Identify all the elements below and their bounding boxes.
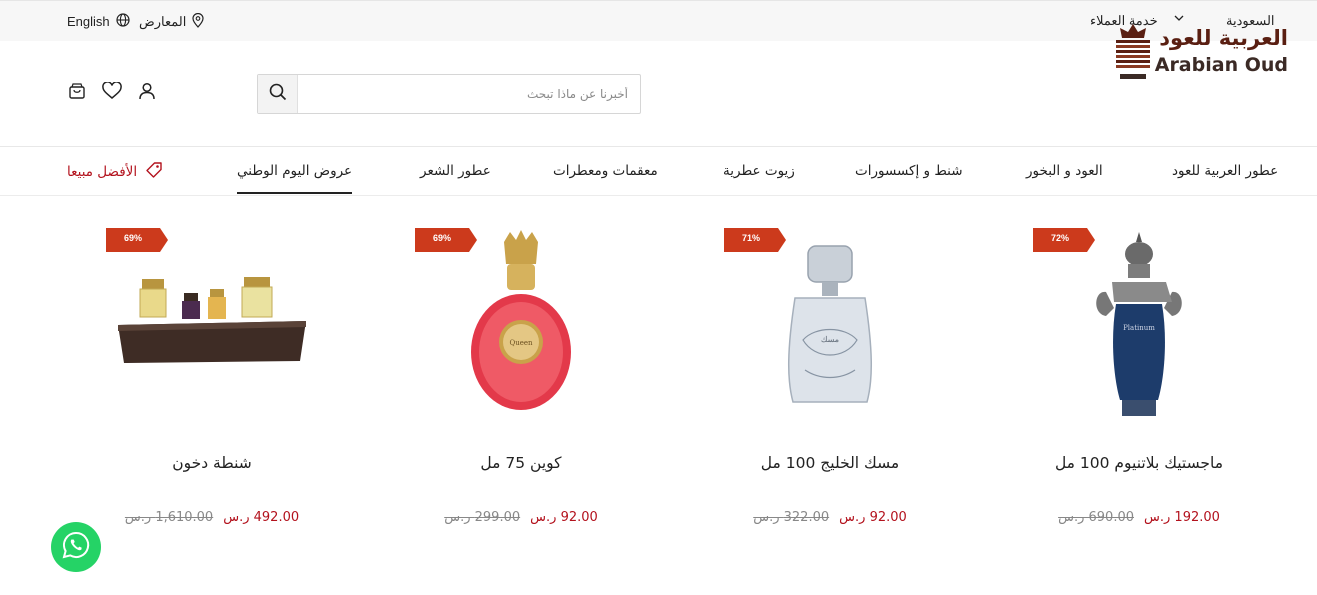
whatsapp-chat-button[interactable] [51, 522, 101, 572]
original-price: 299.00 ر.س [444, 510, 521, 525]
main-navigation: عطور العربية للعود العود و البخور شنط و … [0, 147, 1317, 196]
nav-national-day-offers[interactable]: عروض اليوم الوطني [237, 163, 353, 194]
showrooms-link[interactable]: المعارض [139, 12, 204, 31]
product-card[interactable]: Queen 69% كوين 75 مل 92.00 ر.س 299.00 ر.… [401, 220, 641, 550]
nav-perfume-oils[interactable]: زيوت عطرية [723, 163, 795, 179]
product-image[interactable]: Platinum [1019, 220, 1259, 440]
search-bar [257, 74, 641, 114]
heart-icon [102, 81, 122, 104]
product-image[interactable] [92, 220, 332, 440]
sale-price: 492.00 ر.س [223, 510, 300, 525]
nav-best-sellers-label: الأفضل مبيعا [67, 164, 138, 180]
discount-label: 69% [123, 233, 142, 243]
svg-text:Platinum: Platinum [1123, 324, 1155, 332]
discount-label: 69% [432, 233, 451, 243]
product-image[interactable]: مسك [710, 220, 950, 440]
nav-sanitizers-fresheners[interactable]: معقمات ومعطرات [553, 163, 658, 179]
product-card[interactable]: Platinum 72% ماجستيك بلاتنيوم 100 مل 192… [1019, 220, 1259, 550]
product-price: 92.00 ر.س 299.00 ر.س [401, 510, 641, 525]
wishlist-button[interactable] [102, 81, 122, 104]
user-icon [138, 82, 156, 104]
brand-logo[interactable]: العربية للعود Arabian Oud [1108, 22, 1288, 84]
language-label: English [67, 14, 110, 29]
sale-price: 192.00 ر.س [1144, 510, 1220, 525]
product-name[interactable]: ماجستيك بلاتنيوم 100 مل [1019, 454, 1259, 472]
globe-icon [116, 13, 130, 30]
original-price: 690.00 ر.س [1058, 510, 1134, 525]
sale-price: 92.00 ر.س [839, 510, 907, 525]
original-price: 322.00 ر.س [753, 510, 830, 525]
discount-badge: 72% [1033, 228, 1095, 252]
nav-oud-incense[interactable]: العود و البخور [1026, 163, 1103, 179]
search-icon [269, 83, 287, 105]
nav-best-sellers[interactable]: الأفضل مبيعا [67, 161, 163, 183]
discount-badge: 71% [724, 228, 786, 252]
sale-price: 92.00 ر.س [530, 510, 598, 525]
product-name[interactable]: مسك الخليج 100 مل [710, 454, 950, 472]
showrooms-label: المعارض [139, 14, 187, 29]
product-image[interactable]: Queen [401, 220, 641, 440]
chevron-down-icon [1174, 14, 1184, 22]
product-price: 492.00 ر.س 1,610.00 ر.س [92, 510, 332, 525]
product-name[interactable]: شنطة دخون [92, 454, 332, 472]
nav-bags-accessories[interactable]: شنط و إكسسورات [855, 163, 963, 179]
search-button[interactable] [258, 75, 298, 113]
product-card[interactable]: مسك 71% مسك الخليج 100 مل 92.00 ر.س 322.… [710, 220, 950, 550]
discount-label: 72% [1050, 233, 1069, 243]
product-price: 92.00 ر.س 322.00 ر.س [710, 510, 950, 525]
shopping-bag-icon [68, 83, 86, 104]
nav-arabian-oud-perfumes[interactable]: عطور العربية للعود [1172, 163, 1278, 179]
product-name[interactable]: كوين 75 مل [401, 454, 641, 472]
brand-name-arabic: العربية للعود [1159, 26, 1288, 50]
discount-badge: 69% [415, 228, 477, 252]
product-price: 192.00 ر.س 690.00 ر.س [1019, 510, 1259, 525]
search-input[interactable] [298, 75, 640, 113]
language-switch[interactable]: English [67, 13, 130, 30]
cart-button[interactable] [68, 82, 86, 104]
product-card[interactable]: 69% شنطة دخون 492.00 ر.س 1,610.00 ر.س [92, 220, 332, 550]
account-button[interactable] [138, 82, 156, 104]
svg-text:مسك: مسك [821, 335, 839, 344]
original-price: 1,610.00 ر.س [124, 510, 214, 525]
nav-hair-mist[interactable]: عطور الشعر [420, 163, 491, 179]
discount-label: 71% [741, 233, 760, 243]
logo-emblem-icon [1108, 22, 1158, 82]
svg-text:Queen: Queen [509, 339, 533, 347]
brand-name-english: Arabian Oud [1154, 54, 1288, 76]
tag-icon [145, 161, 163, 183]
whatsapp-icon [61, 530, 91, 564]
discount-badge: 69% [106, 228, 168, 252]
location-pin-icon [192, 12, 204, 31]
